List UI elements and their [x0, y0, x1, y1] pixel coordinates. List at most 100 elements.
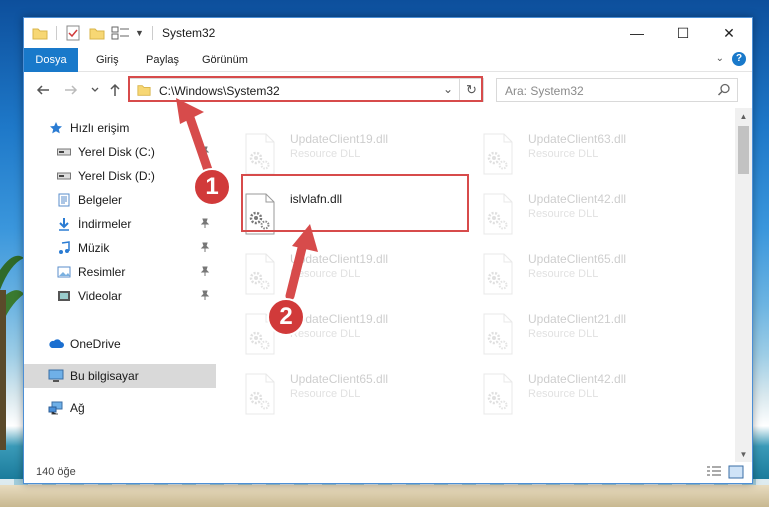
file-item[interactable]: UpdateClient42.dll Resource DLL — [480, 188, 710, 244]
chevron-down-icon — [91, 87, 99, 92]
sidebar-item-music[interactable]: Müzik — [24, 236, 216, 260]
dll-file-icon — [483, 133, 513, 175]
sidebar-item-label: Hızlı erişim — [70, 121, 130, 135]
large-icons-view-icon[interactable] — [728, 465, 744, 479]
file-type: Resource DLL — [528, 208, 599, 220]
tab-file[interactable]: Dosya — [24, 48, 78, 72]
file-name: UpdateClient19.dll — [290, 132, 389, 146]
expand-ribbon-icon[interactable]: ⌄ — [716, 53, 724, 64]
step-badge-2: 2 — [267, 298, 305, 336]
scroll-up-button[interactable]: ▲ — [735, 108, 752, 124]
file-type: Resource DLL — [528, 388, 599, 400]
new-folder-icon[interactable] — [89, 25, 105, 41]
tab-share[interactable]: Paylaş — [134, 48, 191, 72]
dll-file-icon — [483, 253, 513, 295]
file-name: UpdateClient65.dll — [528, 252, 627, 266]
arrow-left-icon — [36, 85, 49, 95]
arrow-right-icon — [65, 85, 78, 95]
scroll-thumb[interactable] — [738, 126, 749, 174]
step-badge-1: 1 — [193, 168, 231, 206]
search-icon — [717, 83, 730, 96]
dll-file-icon — [245, 253, 275, 295]
file-item[interactable]: UpdateClient21.dll Resource DLL — [480, 308, 710, 364]
videos-icon — [56, 288, 72, 304]
vertical-scrollbar[interactable]: ▲ ▼ — [735, 108, 752, 462]
minimize-button[interactable]: — — [614, 18, 660, 48]
sidebar-item-pictures[interactable]: Resimler — [24, 260, 216, 284]
sidebar-item-this-pc[interactable]: Bu bilgisayar — [24, 364, 216, 388]
title-bar: ▼ System32 — ☐ ✕ — [24, 18, 752, 48]
file-type: Resource DLL — [290, 328, 361, 340]
file-name: UpdateClient42.dll — [528, 192, 627, 206]
dll-file-icon — [245, 373, 275, 415]
up-button[interactable] — [106, 81, 124, 99]
file-name: UpdateClient21.dll — [528, 312, 627, 326]
background-beach — [0, 485, 769, 507]
network-icon — [48, 400, 64, 416]
arrow-up-icon — [110, 83, 120, 96]
sidebar-item-label: İndirmeler — [78, 217, 132, 231]
star-icon — [48, 120, 64, 136]
file-item[interactable]: UpdateClient19.dll Resource DLL — [242, 248, 472, 304]
customize-toolbar-icon[interactable]: ▼ — [135, 28, 144, 38]
details-view-icon[interactable] — [706, 465, 722, 479]
pin-icon[interactable] — [200, 218, 210, 228]
folder-icon[interactable] — [32, 25, 48, 41]
dll-file-icon — [483, 313, 513, 355]
ribbon: Dosya Giriş Paylaş Görünüm ⌄ ? — [24, 48, 752, 72]
pictures-icon — [56, 264, 72, 280]
sidebar-item-label: Bu bilgisayar — [70, 369, 139, 383]
close-button[interactable]: ✕ — [706, 18, 752, 48]
divider — [151, 26, 153, 40]
sidebar-item-quick-access[interactable]: Hızlı erişim — [24, 116, 216, 140]
pin-icon[interactable] — [200, 242, 210, 252]
item-count: 140 öğe — [36, 466, 76, 478]
sidebar-item-label: Yerel Disk (C:) — [78, 145, 155, 159]
file-name: UpdateClient19.dll — [290, 252, 389, 266]
download-icon — [56, 216, 72, 232]
recent-locations-button[interactable] — [86, 81, 104, 99]
file-highlight-box — [241, 174, 469, 232]
music-icon — [56, 240, 72, 256]
file-item[interactable]: UpdateClient63.dll Resource DLL — [480, 128, 710, 184]
sidebar-item-documents[interactable]: Belgeler — [24, 188, 216, 212]
pin-icon[interactable] — [200, 290, 210, 300]
tab-view[interactable]: Görünüm — [190, 48, 260, 72]
sidebar-item-drive-c[interactable]: Yerel Disk (C:) — [24, 140, 216, 164]
file-type: Resource DLL — [528, 268, 599, 280]
forward-button[interactable] — [62, 81, 80, 99]
drive-icon — [56, 144, 72, 160]
dll-file-icon — [483, 193, 513, 235]
sidebar-item-network[interactable]: Ağ — [24, 396, 216, 420]
file-list: UpdateClient19.dll Resource DLL UpdateClie… — [216, 108, 734, 462]
properties-icon[interactable] — [65, 25, 81, 41]
file-item[interactable]: UpdateClient65.dll Resource DLL — [242, 368, 472, 424]
sidebar-item-videos[interactable]: Videolar — [24, 284, 216, 308]
file-item[interactable]: UpdateClient65.dll Resource DLL — [480, 248, 710, 304]
navigation-pane: Hızlı erişim Yerel Disk (C:) Yerel Disk … — [24, 108, 216, 462]
cloud-icon — [48, 336, 64, 352]
drive-icon — [56, 168, 72, 184]
address-highlight-box — [128, 76, 483, 102]
sidebar-item-label: Videolar — [78, 289, 122, 303]
file-item[interactable]: UpdateClient42.dll Resource DLL — [480, 368, 710, 424]
sidebar-item-drive-d[interactable]: Yerel Disk (D:) — [24, 164, 216, 188]
dll-file-icon — [245, 133, 275, 175]
sidebar-item-onedrive[interactable]: OneDrive — [24, 332, 216, 356]
tab-home[interactable]: Giriş — [84, 48, 131, 72]
pin-icon[interactable] — [200, 146, 210, 156]
maximize-button[interactable]: ☐ — [660, 18, 706, 48]
sidebar-item-label: Ağ — [70, 401, 85, 415]
file-type: Resource DLL — [528, 148, 599, 160]
sidebar-item-downloads[interactable]: İndirmeler — [24, 212, 216, 236]
search-box[interactable]: Ara: System32 — [496, 78, 738, 102]
file-type: Resource DLL — [290, 268, 361, 280]
background-palm — [0, 255, 24, 450]
view-layout-icon[interactable] — [111, 25, 131, 41]
scroll-down-button[interactable]: ▼ — [735, 446, 752, 462]
computer-icon — [48, 368, 64, 384]
back-button[interactable] — [34, 81, 52, 99]
pin-icon[interactable] — [200, 266, 210, 276]
help-icon[interactable]: ? — [732, 52, 746, 66]
documents-icon — [56, 192, 72, 208]
